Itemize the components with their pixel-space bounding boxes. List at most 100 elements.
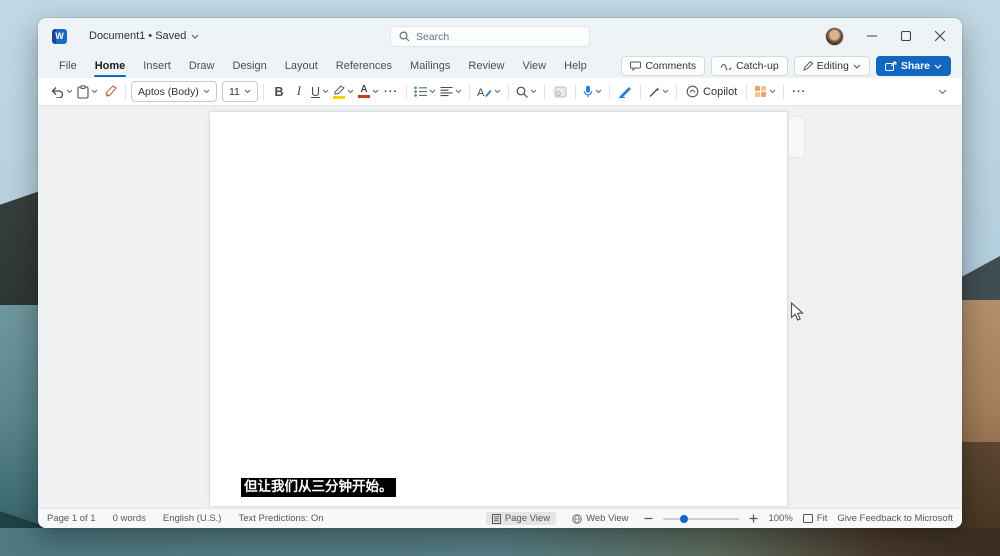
highlight-color-button[interactable] bbox=[331, 81, 356, 103]
quick-toolbar: Aptos (Body) 11 B I U A ··· bbox=[38, 78, 962, 106]
ribbon-tabs: File Home Insert Draw Design Layout Refe… bbox=[38, 54, 962, 78]
desktop-bottom bbox=[0, 528, 1000, 556]
undo-button[interactable] bbox=[48, 81, 75, 103]
font-size-select[interactable]: 11 bbox=[222, 81, 258, 102]
search-icon bbox=[516, 86, 528, 98]
align-button[interactable] bbox=[438, 81, 464, 103]
word-app-icon: W bbox=[52, 29, 67, 44]
tab-review[interactable]: Review bbox=[459, 54, 513, 78]
styles-icon: A bbox=[477, 86, 492, 98]
minimize-button[interactable] bbox=[856, 22, 888, 50]
ribbon-overflow-button[interactable]: ··· bbox=[789, 81, 809, 103]
chevron-down-icon bbox=[595, 89, 602, 94]
feedback-link[interactable]: Give Feedback to Microsoft bbox=[837, 513, 953, 524]
chevron-down-icon bbox=[455, 89, 462, 94]
apps-grid-icon bbox=[754, 85, 767, 98]
status-bar: Page 1 of 1 0 words English (U.S.) Text … bbox=[38, 508, 962, 528]
wave-icon bbox=[720, 63, 732, 70]
add-ins-button[interactable] bbox=[646, 81, 671, 103]
more-formatting-button[interactable]: ··· bbox=[381, 81, 401, 103]
align-left-icon bbox=[440, 86, 453, 97]
apps-button[interactable] bbox=[752, 81, 778, 103]
zoom-slider[interactable] bbox=[663, 518, 739, 520]
svg-text:A: A bbox=[477, 87, 485, 98]
bold-button[interactable]: B bbox=[269, 81, 289, 103]
close-button[interactable] bbox=[924, 22, 956, 50]
tab-mailings[interactable]: Mailings bbox=[401, 54, 459, 78]
highlighter-icon bbox=[333, 85, 345, 99]
page-view-button[interactable]: Page View bbox=[486, 512, 556, 525]
dictate-button[interactable] bbox=[581, 81, 604, 103]
chevron-down-icon bbox=[934, 64, 942, 69]
chevron-down-icon bbox=[191, 34, 199, 39]
chevron-down-icon bbox=[769, 89, 776, 94]
language-indicator[interactable]: English (U.S.) bbox=[163, 513, 222, 524]
chevron-down-icon bbox=[322, 89, 329, 94]
chevron-down-icon bbox=[662, 89, 669, 94]
tab-home[interactable]: Home bbox=[86, 54, 135, 78]
tab-layout[interactable]: Layout bbox=[276, 54, 327, 78]
styles-button[interactable]: A bbox=[475, 81, 503, 103]
fit-button[interactable]: Fit bbox=[803, 513, 828, 524]
web-view-button[interactable]: Web View bbox=[566, 512, 634, 525]
copilot-icon bbox=[686, 85, 699, 98]
designer-icon bbox=[554, 86, 567, 98]
text-predictions[interactable]: Text Predictions: On bbox=[238, 513, 323, 524]
clipboard-icon bbox=[77, 85, 89, 99]
font-name-select[interactable]: Aptos (Body) bbox=[131, 81, 217, 102]
chevron-down-icon bbox=[372, 89, 379, 94]
chevron-down-icon bbox=[91, 89, 98, 94]
tab-draw[interactable]: Draw bbox=[180, 54, 224, 78]
zoom-slider-thumb[interactable] bbox=[680, 515, 688, 523]
share-label: Share bbox=[901, 60, 930, 72]
zoom-in-icon[interactable] bbox=[749, 514, 758, 523]
document-title-label: Document1 • Saved bbox=[89, 30, 186, 42]
format-painter-icon bbox=[104, 85, 117, 98]
tab-design[interactable]: Design bbox=[223, 54, 275, 78]
comment-icon bbox=[630, 61, 641, 71]
pencil-icon bbox=[803, 61, 813, 71]
web-view-icon bbox=[572, 514, 582, 524]
document-page[interactable] bbox=[210, 112, 787, 506]
document-title[interactable]: Document1 • Saved bbox=[89, 30, 199, 42]
catchup-label: Catch-up bbox=[736, 60, 779, 72]
web-view-label: Web View bbox=[586, 513, 628, 524]
word-count[interactable]: 0 words bbox=[113, 513, 146, 524]
underline-button[interactable]: U bbox=[309, 81, 331, 103]
underline-label: U bbox=[311, 85, 320, 99]
search-placeholder: Search bbox=[416, 31, 449, 43]
editor-button[interactable] bbox=[615, 81, 635, 103]
search-input[interactable]: Search bbox=[390, 26, 590, 47]
collapse-ribbon-button[interactable] bbox=[932, 81, 952, 103]
page-indicator[interactable]: Page 1 of 1 bbox=[47, 513, 96, 524]
tab-references[interactable]: References bbox=[327, 54, 401, 78]
editing-mode-button[interactable]: Editing bbox=[794, 56, 870, 76]
tab-insert[interactable]: Insert bbox=[134, 54, 180, 78]
page-view-label: Page View bbox=[505, 513, 550, 524]
share-icon bbox=[885, 61, 897, 71]
zoom-level[interactable]: 100% bbox=[768, 513, 792, 524]
tab-view[interactable]: View bbox=[513, 54, 555, 78]
paste-button[interactable] bbox=[75, 81, 100, 103]
maximize-button[interactable] bbox=[890, 22, 922, 50]
format-painter-button[interactable] bbox=[100, 81, 120, 103]
find-button[interactable] bbox=[514, 81, 539, 103]
copilot-button[interactable]: Copilot bbox=[682, 81, 741, 102]
tab-file[interactable]: File bbox=[50, 54, 86, 78]
catchup-button[interactable]: Catch-up bbox=[711, 56, 788, 76]
editor-pen-icon bbox=[618, 86, 632, 98]
tab-help[interactable]: Help bbox=[555, 54, 596, 78]
chevron-down-icon bbox=[347, 89, 354, 94]
account-avatar[interactable] bbox=[825, 27, 844, 46]
chevron-down-icon bbox=[494, 89, 501, 94]
word-window: W Document1 • Saved Search File Home Ins… bbox=[38, 18, 962, 528]
scrollbar[interactable] bbox=[788, 116, 805, 158]
zoom-out-icon[interactable] bbox=[644, 514, 653, 523]
bullet-list-button[interactable] bbox=[412, 81, 438, 103]
share-button[interactable]: Share bbox=[876, 56, 951, 76]
designer-button[interactable] bbox=[550, 81, 570, 103]
italic-button[interactable]: I bbox=[289, 81, 309, 103]
font-color-button[interactable]: A bbox=[356, 81, 381, 103]
chevron-down-icon bbox=[938, 89, 947, 95]
comments-button[interactable]: Comments bbox=[621, 56, 705, 76]
